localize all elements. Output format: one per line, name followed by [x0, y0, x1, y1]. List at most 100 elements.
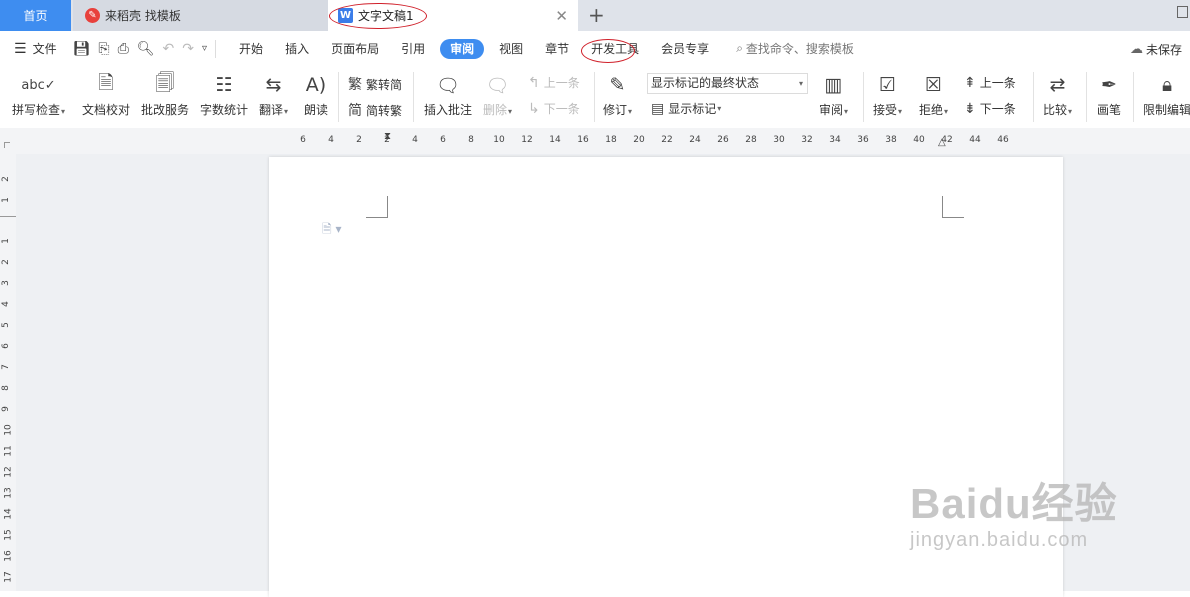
tab-document-label: 文字文稿1 [358, 9, 414, 23]
delete-comment-label: 删除 [483, 103, 508, 117]
read-aloud-icon: A) [305, 74, 327, 96]
ruler-tick: 22 [661, 135, 673, 145]
accept-button[interactable]: ☑ 接受▾ [873, 69, 902, 118]
review-pane-button[interactable]: ▥ 审阅▾ [819, 69, 848, 118]
simp-to-trad-button[interactable]: 简 简转繁 [348, 100, 402, 120]
reject-button[interactable]: ☒ 拒绝▾ [919, 69, 948, 118]
review-pane-label: 审阅 [819, 103, 844, 117]
ruler-tick: 26 [717, 135, 729, 145]
ruler-tick: 38 [885, 135, 897, 145]
prev-comment-label: 上一条 [543, 76, 580, 90]
compare-button[interactable]: ⇄ 比较▾ [1043, 69, 1072, 118]
ruler-tick: 4 [412, 135, 418, 145]
track-changes-button[interactable]: ✎ 修订▾ [603, 69, 632, 118]
insert-comment-icon: 🗨︎ [435, 74, 461, 97]
file-menu-label: 文件 [32, 42, 57, 56]
ruler-tick: 6 [300, 135, 306, 145]
new-tab-icon[interactable]: + [588, 3, 605, 27]
unsaved-status[interactable]: ☁ 未保存 [1130, 41, 1182, 58]
menu-tab-section[interactable]: 章节 [534, 39, 580, 59]
menu-tab-references[interactable]: 引用 [390, 39, 436, 59]
ruler-tick: 16 [577, 135, 589, 145]
translate-icon: ⇆ [265, 74, 282, 96]
ruler-tick: 3 [0, 280, 11, 286]
restrict-edit-button[interactable]: 🔒︎ 限制编辑 [1143, 69, 1190, 118]
translate-button[interactable]: ⇆ 翻译▾ [259, 69, 288, 118]
tab-daoke[interactable]: ✎ 来稻壳 找模板 [73, 0, 328, 31]
show-markup-button[interactable]: ▤ 显示标记 ▾ [651, 100, 721, 117]
delete-comment-button[interactable]: 🗨︎ 删除▾ [483, 69, 512, 118]
print-preview-icon[interactable]: 🔍︎ [137, 41, 155, 57]
compare-label: 比较 [1043, 103, 1068, 117]
export-pdf-icon[interactable]: ⎘ [98, 41, 109, 57]
word-count-button[interactable]: ☷ 字数统计 [200, 69, 248, 118]
markup-state-select[interactable]: 显示标记的最终状态 ▾ [647, 73, 808, 94]
menu-bar: ☰ 文件 💾︎ ⎘ ⎙ 🔍︎ ↶ ↷ ▿ 开始 插入 页面布局 引用 审阅 视图… [0, 31, 1190, 66]
file-menu-button[interactable]: ☰ 文件 [14, 40, 57, 57]
ruler-tick: 15 [3, 529, 14, 541]
undo-icon[interactable]: ↶ [163, 41, 175, 57]
window-restore-icon[interactable] [1177, 6, 1188, 18]
prev-comment-button[interactable]: ↰ 上一条 [528, 74, 580, 91]
menu-tab-member[interactable]: 会员专享 [650, 39, 720, 59]
customize-toolbar-icon[interactable]: ▿ [202, 43, 207, 54]
next-comment-button[interactable]: ↳ 下一条 [528, 100, 580, 117]
horizontal-ruler[interactable]: ⧗ △ 6 4 2 2 4 6 8 10 12 14 16 18 20 22 24 26 28 30 32 34 36 3… [290, 131, 1060, 148]
vertical-ruler[interactable]: 2 1 1 2 3 4 5 6 7 8 9 10 11 12 13 14 15 16 17 [0, 154, 16, 591]
menu-tab-start[interactable]: 开始 [228, 39, 274, 59]
menu-tab-review[interactable]: 审阅 [440, 38, 485, 59]
doc-proof-label: 文档校对 [82, 103, 131, 117]
restrict-edit-icon: 🔒︎ [1161, 74, 1173, 96]
spellcheck-button[interactable]: abc✓ 拼写检查▾ [12, 69, 65, 118]
tab-document[interactable]: W 文字文稿1 ✕ [328, 0, 578, 31]
prev-change-button[interactable]: ⇞ 上一条 [964, 74, 1016, 91]
menu-tab-page-layout[interactable]: 页面布局 [320, 39, 390, 59]
page-corner-marker [366, 196, 388, 218]
menu-tab-developer[interactable]: 开发工具 [580, 39, 650, 59]
save-icon[interactable]: 💾︎ [73, 41, 91, 57]
pen-button[interactable]: ✒ 画笔 [1097, 69, 1121, 118]
ruler-tick: 2 [356, 135, 362, 145]
ruler-tick: 1 [0, 238, 11, 244]
hamburger-icon: ☰ [14, 40, 27, 57]
unsaved-label: 未保存 [1145, 43, 1182, 57]
watermark-url: jingyan.baidu.com [910, 529, 1089, 551]
paragraph-layout-icon[interactable]: 🗎 ▾ [322, 220, 342, 241]
next-comment-icon: ↳ [528, 100, 540, 117]
trad-to-simp-icon: 繁 [348, 77, 362, 93]
ruler-tick: 32 [801, 135, 813, 145]
menu-tab-insert[interactable]: 插入 [274, 39, 320, 59]
next-change-icon: ⇟ [964, 100, 976, 117]
ruler-tick: 36 [857, 135, 869, 145]
translate-label: 翻译 [259, 103, 284, 117]
ruler-tick: 4 [328, 135, 334, 145]
next-change-button[interactable]: ⇟ 下一条 [964, 100, 1016, 117]
ruler-tick: 13 [3, 487, 14, 499]
doc-proof-button[interactable]: 🗎 文档校对 [82, 69, 130, 118]
ruler-tick: 34 [829, 135, 841, 145]
ruler-tick: 20 [633, 135, 645, 145]
menu-tab-view[interactable]: 视图 [488, 39, 534, 59]
read-aloud-label: 朗读 [304, 103, 329, 117]
ruler-tick: 42 [941, 135, 953, 145]
print-icon[interactable]: ⎙ [118, 41, 129, 57]
insert-comment-button[interactable]: 🗨︎ 插入批注 [424, 69, 472, 118]
tab-home[interactable]: 首页 [0, 0, 71, 31]
ruler-tick: 2 [0, 259, 11, 265]
trad-to-simp-button[interactable]: 繁 繁转简 [348, 74, 402, 94]
search-placeholder: 查找命令、搜索模板 [745, 42, 854, 56]
tab-stop-selector[interactable] [4, 142, 10, 148]
spellcheck-label: 拼写检查 [12, 103, 61, 117]
page-corner-marker [942, 196, 964, 218]
close-tab-icon[interactable]: ✕ [555, 7, 568, 25]
insert-comment-label: 插入批注 [424, 103, 473, 117]
redo-icon[interactable]: ↷ [182, 41, 194, 57]
show-markup-label: 显示标记 [668, 102, 717, 116]
correction-service-button[interactable]: 🗐 批改服务 [141, 69, 189, 118]
command-search[interactable]: ⌕ 查找命令、搜索模板 [736, 40, 854, 57]
baidu-watermark: Baidu经验 jingyan.baidu.com [910, 470, 1118, 552]
ruler-tick: 30 [773, 135, 785, 145]
horizontal-ruler-bar: ⧗ △ 6 4 2 2 4 6 8 10 12 14 16 18 20 22 24 26 28 30 32 34 36 3… [0, 128, 1190, 154]
tab-bar: 首页 ✎ 来稻壳 找模板 W 文字文稿1 ✕ + [0, 0, 1190, 31]
read-aloud-button[interactable]: A) 朗读 [304, 69, 328, 118]
